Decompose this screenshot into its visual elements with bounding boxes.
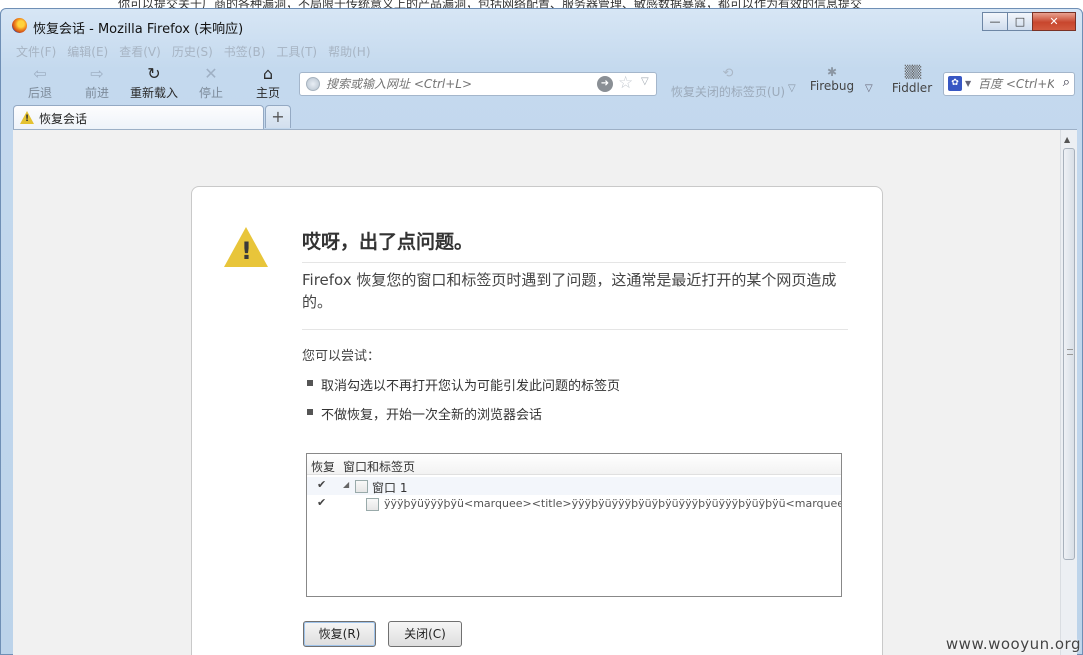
home-button[interactable]: ⌂ 主页 bbox=[240, 65, 296, 101]
reload-button[interactable]: ↻ 重新载入 bbox=[126, 65, 182, 101]
check-icon[interactable]: ✔ bbox=[317, 478, 326, 491]
watermark: www.wooyun.org bbox=[945, 635, 1081, 653]
window-checkbox[interactable] bbox=[355, 480, 368, 493]
column-restore[interactable]: 恢复 bbox=[311, 458, 335, 475]
try-label: 您可以尝试： bbox=[302, 349, 381, 364]
fiddler-icon: ▒▒ bbox=[904, 65, 921, 79]
reload-icon: ↻ bbox=[147, 64, 161, 83]
stop-button[interactable]: ✕ 停止 bbox=[183, 65, 239, 101]
error-card: ! 哎呀，出了点问题。 Firefox 恢复您的窗口和标签页时遇到了问题，这通常… bbox=[191, 186, 883, 655]
tab-checkbox[interactable] bbox=[366, 498, 379, 511]
firefox-logo-icon bbox=[12, 18, 27, 33]
tab-restore-session[interactable]: ! 恢复会话 bbox=[13, 105, 264, 129]
maximize-button[interactable]: □ bbox=[1007, 12, 1033, 31]
globe-icon bbox=[306, 77, 320, 91]
url-history-dropdown-icon[interactable]: ▽ bbox=[641, 76, 649, 87]
menu-tools[interactable]: 工具(T) bbox=[276, 43, 317, 60]
firefox-window: 恢复会话 - Mozilla Firefox (未响应) — □ ✕ 文件(F)… bbox=[0, 8, 1083, 655]
firebug-bug-icon: ✱ bbox=[826, 65, 838, 79]
menu-help[interactable]: 帮助(H) bbox=[328, 43, 370, 60]
stop-label: 停止 bbox=[198, 86, 223, 100]
session-tree: 恢复 窗口和标签页 ✔ ◢ 窗口 1 ✔ ÿÿÿþÿüÿÿÿþÿü<marque… bbox=[306, 453, 842, 597]
window-title: 恢复会话 - Mozilla Firefox (未响应) bbox=[33, 22, 244, 37]
firebug-button[interactable]: ✱ Firebug bbox=[807, 65, 857, 93]
navigation-toolbar: ⇦ 后退 ⇨ 前进 ↻ 重新载入 ✕ 停止 ⌂ 主页 ➜ ☆ ▽ ⟲ 恢复关闭的 bbox=[1, 65, 1082, 109]
large-warning-icon: ! bbox=[224, 227, 270, 269]
menu-file[interactable]: 文件(F) bbox=[16, 43, 56, 60]
back-button[interactable]: ⇦ 后退 bbox=[12, 65, 68, 101]
search-bar: ✿ ▼ ⌕ bbox=[943, 72, 1075, 96]
restore-closed-tabs-button[interactable]: ⟲ 恢复关闭的标签页(U) bbox=[663, 65, 793, 100]
restore-button[interactable]: 恢复(R) bbox=[303, 621, 376, 647]
menu-view[interactable]: 查看(V) bbox=[119, 43, 161, 60]
tree-header: 恢复 窗口和标签页 bbox=[307, 454, 841, 475]
scroll-up-icon[interactable]: ▲ bbox=[1064, 135, 1070, 144]
home-icon: ⌂ bbox=[262, 64, 274, 83]
home-label: 主页 bbox=[255, 86, 280, 100]
expand-twisty-icon[interactable]: ◢ bbox=[343, 480, 349, 489]
restore-tabs-icon: ⟲ bbox=[722, 66, 734, 81]
back-arrow-icon: ⇦ bbox=[33, 64, 47, 83]
page-content: ! 哎呀，出了点问题。 Firefox 恢复您的窗口和标签页时遇到了问题，这通常… bbox=[13, 129, 1077, 655]
stop-icon: ✕ bbox=[204, 64, 218, 83]
title-bar: 恢复会话 - Mozilla Firefox (未响应) — □ ✕ bbox=[1, 9, 1082, 37]
tab-strip: ! 恢复会话 + bbox=[1, 105, 1082, 129]
menu-bookmarks[interactable]: 书签(B) bbox=[224, 43, 266, 60]
vertical-scrollbar[interactable]: ▲ bbox=[1060, 130, 1077, 655]
restore-tabs-dropdown-icon[interactable]: ▽ bbox=[788, 83, 796, 94]
menu-edit[interactable]: 编辑(E) bbox=[67, 43, 108, 60]
menu-history[interactable]: 历史(S) bbox=[172, 43, 213, 60]
tab-title: ÿÿÿþÿüÿÿÿþÿü<marquee><title>ÿÿÿþÿüÿÿÿþÿü… bbox=[384, 497, 842, 510]
scroll-thumb[interactable] bbox=[1063, 148, 1075, 560]
window-label: 窗口 1 bbox=[372, 481, 408, 495]
baidu-engine-icon[interactable]: ✿ bbox=[948, 76, 962, 91]
suggestion-item: 不做恢复，开始一次全新的浏览器会话 bbox=[307, 404, 620, 423]
column-windows-tabs[interactable]: 窗口和标签页 bbox=[343, 458, 415, 475]
go-arrow-icon[interactable]: ➜ bbox=[597, 76, 613, 92]
firebug-label: Firebug bbox=[809, 79, 855, 93]
tree-row-window[interactable]: ✔ ◢ 窗口 1 bbox=[307, 477, 841, 495]
forward-label: 前进 bbox=[84, 86, 109, 100]
reload-label: 重新载入 bbox=[129, 86, 178, 100]
forward-button[interactable]: ⇨ 前进 bbox=[69, 65, 125, 101]
menu-bar: 文件(F) 编辑(E) 查看(V) 历史(S) 书签(B) 工具(T) 帮助(H… bbox=[16, 43, 371, 60]
error-heading: 哎呀，出了点问题。 bbox=[302, 227, 846, 263]
bookmark-star-icon[interactable]: ☆ bbox=[618, 73, 633, 93]
suggestion-item: 取消勾选以不再打开您认为可能引发此问题的标签页 bbox=[307, 375, 620, 394]
back-label: 后退 bbox=[27, 86, 52, 100]
tab-label: 恢复会话 bbox=[39, 112, 88, 126]
engine-dropdown-icon[interactable]: ▼ bbox=[965, 79, 971, 88]
minimize-button[interactable]: — bbox=[982, 12, 1008, 31]
firebug-dropdown-icon[interactable]: ▽ bbox=[865, 83, 873, 94]
fiddler-button[interactable]: ▒▒ Fiddler bbox=[889, 65, 935, 95]
fiddler-label: Fiddler bbox=[891, 81, 933, 95]
close-button[interactable]: 关闭(C) bbox=[388, 621, 462, 647]
forward-arrow-icon: ⇨ bbox=[90, 64, 104, 83]
new-tab-button[interactable]: + bbox=[265, 105, 291, 128]
suggestion-list: 取消勾选以不再打开您认为可能引发此问题的标签页 不做恢复，开始一次全新的浏览器会… bbox=[307, 375, 620, 433]
search-icon[interactable]: ⌕ bbox=[1063, 75, 1070, 90]
url-input[interactable] bbox=[326, 75, 586, 93]
url-bar: ➜ ☆ ▽ bbox=[299, 72, 657, 96]
error-description: Firefox 恢复您的窗口和标签页时遇到了问题，这通常是最近打开的某个网页造成… bbox=[302, 269, 848, 330]
search-input[interactable] bbox=[978, 75, 1054, 93]
restore-closed-tabs-label: 恢复关闭的标签页(U) bbox=[670, 85, 786, 99]
tree-row-tab[interactable]: ✔ ÿÿÿþÿüÿÿÿþÿü<marquee><title>ÿÿÿþÿüÿÿÿþ… bbox=[307, 495, 841, 513]
warning-icon: ! bbox=[20, 111, 34, 124]
close-window-button[interactable]: ✕ bbox=[1032, 12, 1076, 31]
check-icon[interactable]: ✔ bbox=[317, 496, 326, 509]
